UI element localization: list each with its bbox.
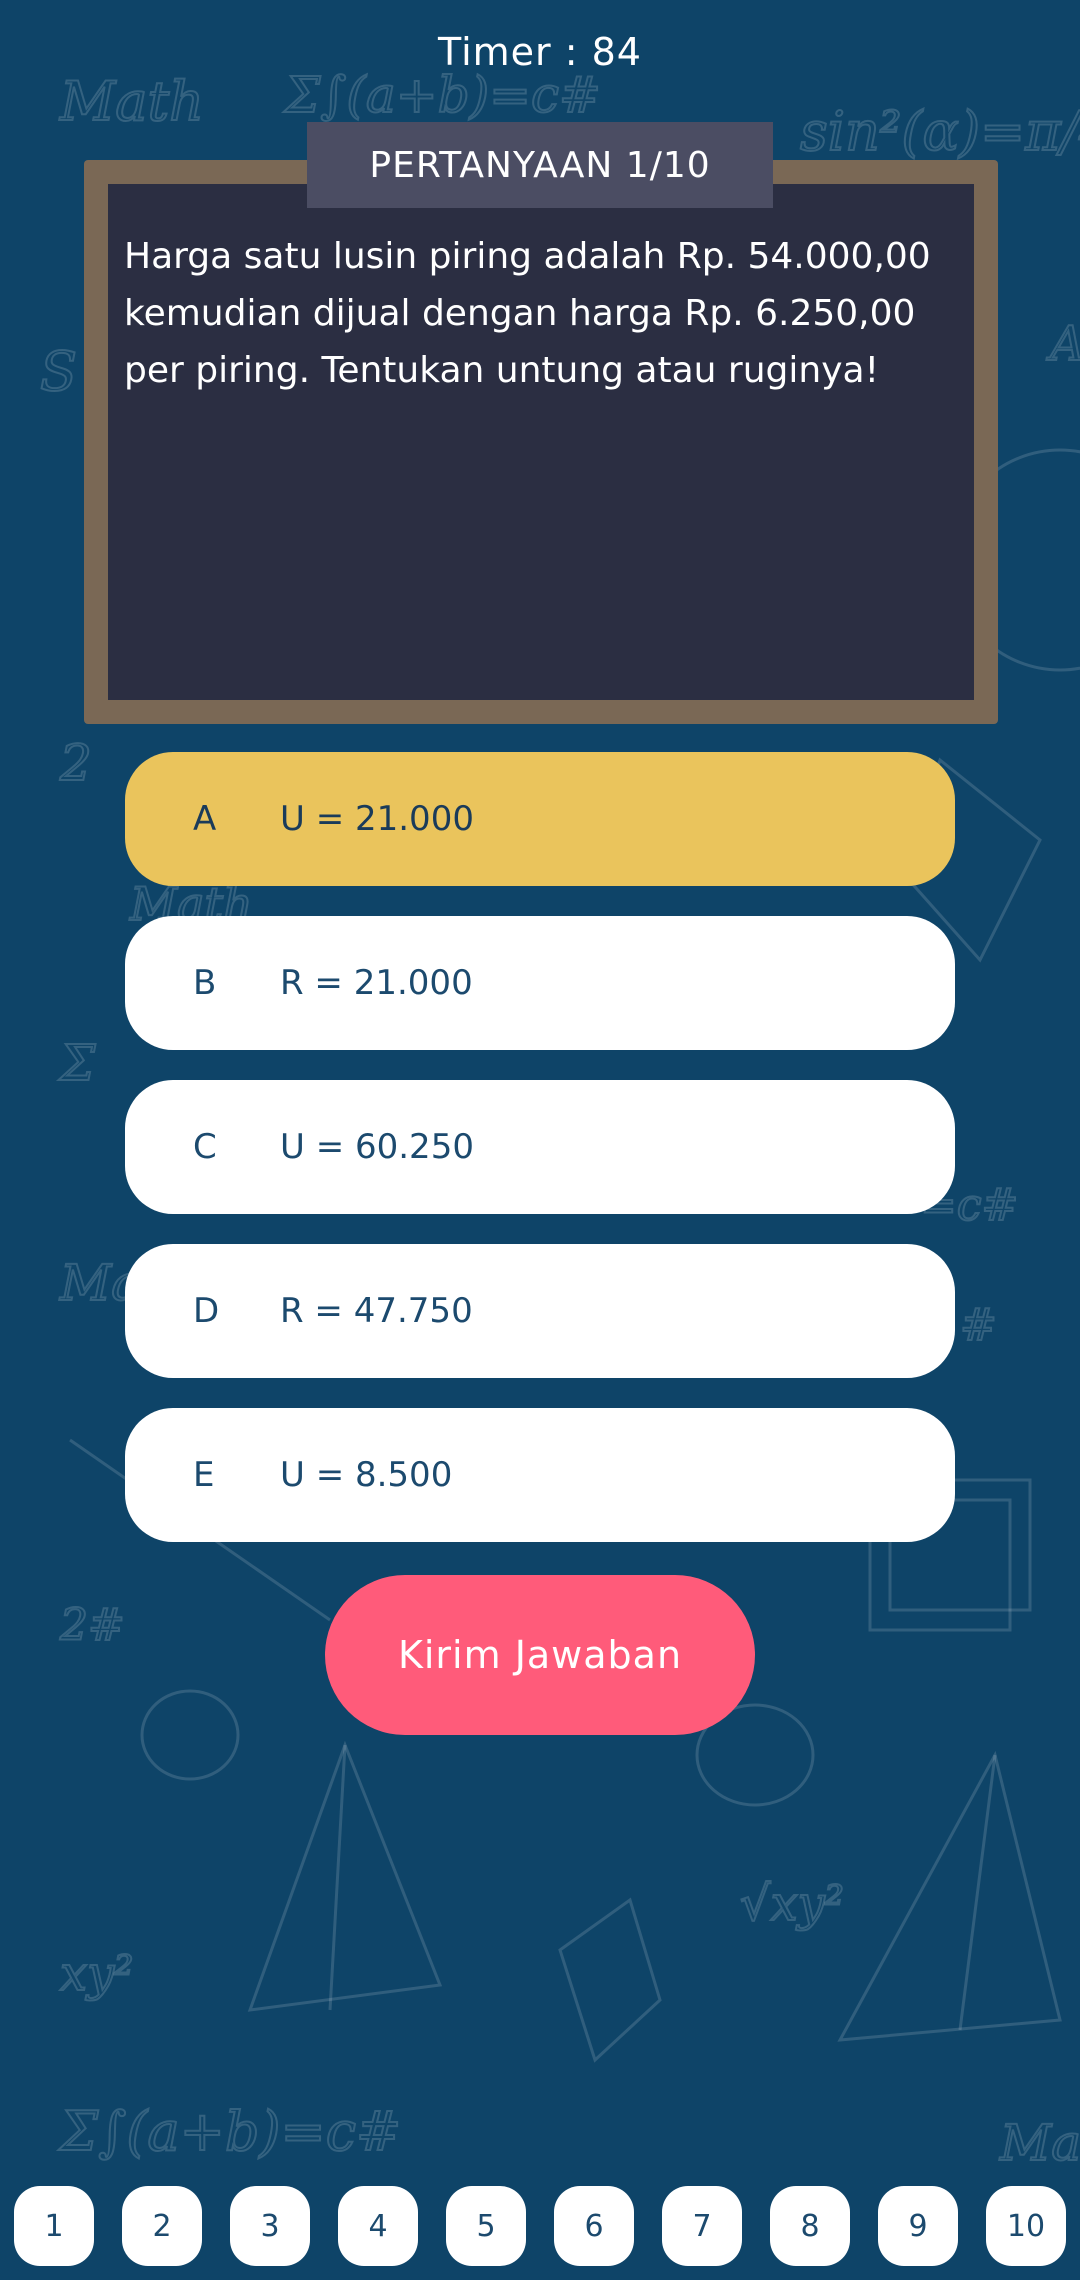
answer-options: A U = 21.000 B R = 21.000 C U = 60.250 D… — [125, 752, 955, 1572]
svg-text:sin²(α)=π/4: sin²(α)=π/4 — [800, 100, 1080, 163]
option-b-button[interactable]: B R = 21.000 — [125, 916, 955, 1050]
question-nav-button-6[interactable]: 6 — [554, 2186, 634, 2266]
svg-text:2: 2 — [59, 734, 92, 792]
option-a-button[interactable]: A U = 21.000 — [125, 752, 955, 886]
svg-text:2#: 2# — [59, 1600, 125, 1651]
question-navigation: 1 2 3 4 5 6 7 8 9 10 — [0, 2186, 1080, 2266]
svg-text:S: S — [40, 340, 77, 403]
question-nav-button-2[interactable]: 2 — [122, 2186, 202, 2266]
option-text: R = 21.000 — [280, 963, 473, 1003]
question-nav-button-7[interactable]: 7 — [662, 2186, 742, 2266]
question-nav-button-10[interactable]: 10 — [986, 2186, 1066, 2266]
question-nav-button-1[interactable]: 1 — [14, 2186, 94, 2266]
svg-text:Σ∫(a+b)=c#: Σ∫(a+b)=c# — [58, 2100, 401, 2163]
question-nav-button-4[interactable]: 4 — [338, 2186, 418, 2266]
svg-text:Σ: Σ — [58, 1034, 96, 1092]
option-text: U = 21.000 — [280, 799, 474, 839]
svg-text:Ma: Ma — [999, 2114, 1080, 2172]
timer-display: Timer : 84 — [438, 30, 642, 74]
option-letter: E — [193, 1455, 215, 1495]
question-nav-button-5[interactable]: 5 — [446, 2186, 526, 2266]
option-letter: D — [193, 1291, 220, 1331]
option-c-button[interactable]: C U = 60.250 — [125, 1080, 955, 1214]
option-text: U = 60.250 — [280, 1127, 474, 1167]
option-letter: A — [193, 799, 217, 839]
question-number-banner: PERTANYAAN 1/10 — [307, 122, 773, 208]
option-text: U = 8.500 — [280, 1455, 453, 1495]
option-letter: B — [193, 963, 217, 1003]
question-nav-button-8[interactable]: 8 — [770, 2186, 850, 2266]
question-nav-button-3[interactable]: 3 — [230, 2186, 310, 2266]
svg-text:√xy²: √xy² — [740, 1876, 844, 1932]
svg-text:#: # — [960, 1300, 997, 1351]
option-e-button[interactable]: E U = 8.500 — [125, 1408, 955, 1542]
svg-text:Σ∫(a+b)=c#: Σ∫(a+b)=c# — [283, 66, 601, 124]
option-letter: C — [193, 1127, 217, 1167]
question-text: Harga satu lusin piring adalah Rp. 54.00… — [124, 236, 931, 391]
submit-answer-button[interactable]: Kirim Jawaban — [325, 1575, 755, 1735]
svg-text:xy²: xy² — [60, 1946, 133, 2002]
question-nav-button-9[interactable]: 9 — [878, 2186, 958, 2266]
option-d-button[interactable]: D R = 47.750 — [125, 1244, 955, 1378]
option-text: R = 47.750 — [280, 1291, 473, 1331]
svg-text:A: A — [1046, 316, 1080, 372]
svg-text:Math: Math — [59, 70, 204, 133]
